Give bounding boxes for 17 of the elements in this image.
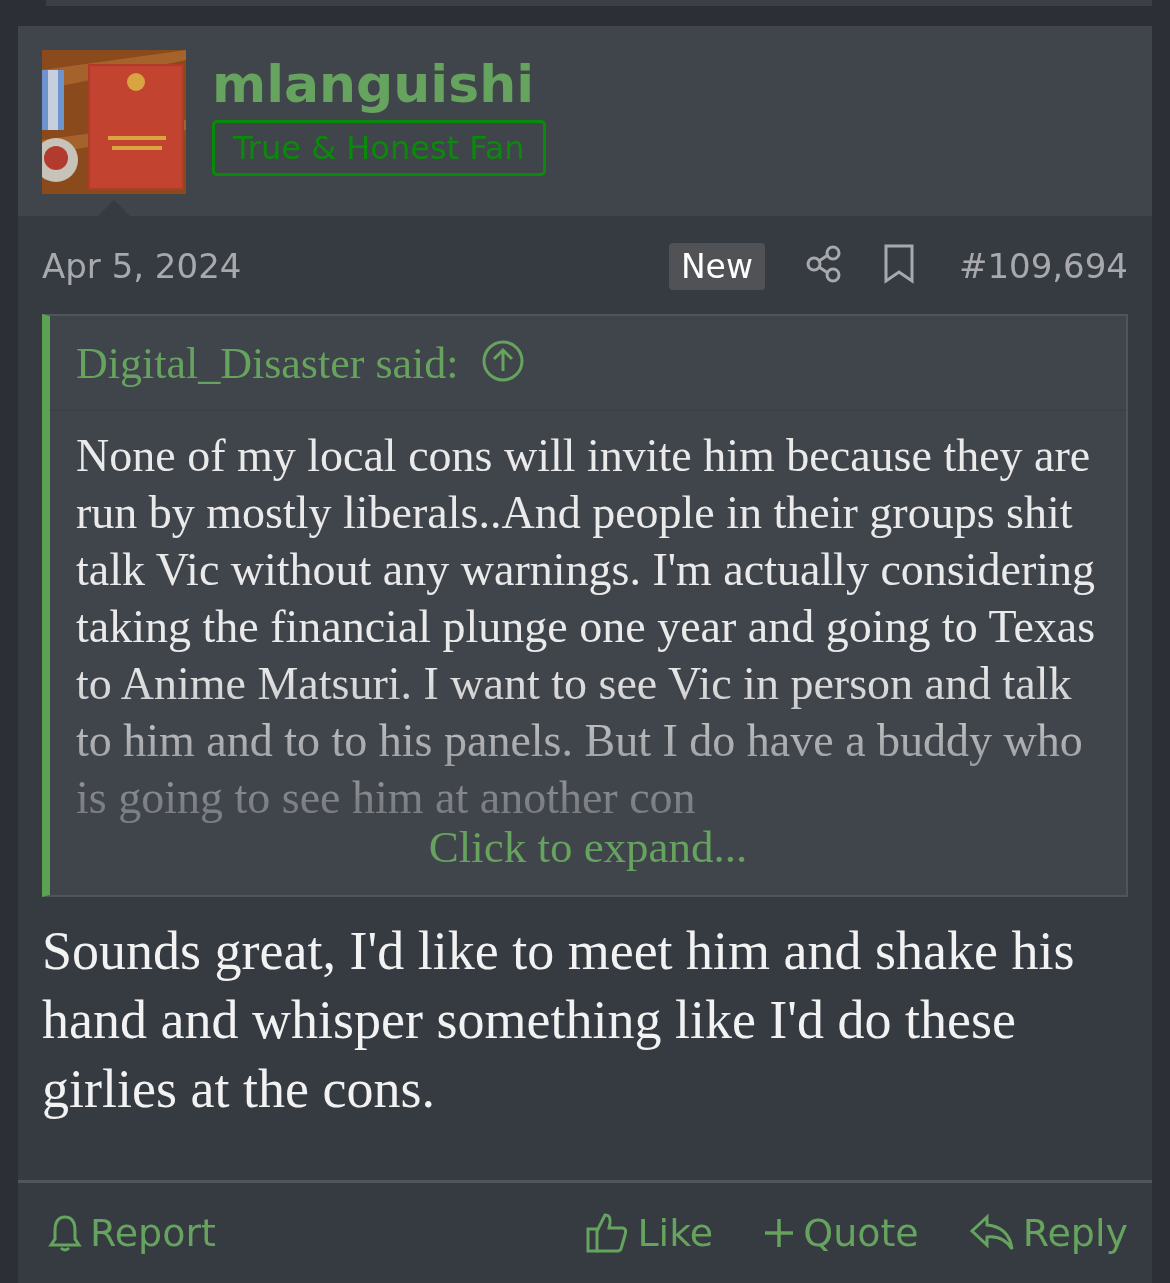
bell-icon [48, 1213, 82, 1253]
report-button[interactable]: Report [48, 1211, 216, 1255]
new-badge: New [668, 242, 765, 290]
reply-arrow-icon [968, 1213, 1015, 1253]
user-title-badge: True & Honest Fan [212, 120, 546, 177]
quote-attribution: Digital_Disaster said: [76, 337, 459, 389]
bookmark-icon[interactable] [882, 244, 915, 284]
quote-text: None of my local cons will invite him because they are run by mostly liberals..And people in their groups shit talk Vic without any warnings. I'm actually considering taking the financial plunge one year and going to Texas to Anime Matsuri. I want to see Vic in person and talk to him and to to his panels. But I do have a buddy who is going to see him at another con [76, 429, 1097, 825]
post-date-link[interactable]: Apr 5, 2024 [42, 246, 669, 286]
plus-icon [763, 1217, 796, 1249]
post-text: Sounds great, I'd like to meet him and shake his hand and whisper something like I'd do these girlies at the cons. [42, 920, 1076, 1121]
reply-button[interactable]: Reply [968, 1211, 1128, 1255]
post-number-link[interactable]: #109,694 [958, 246, 1128, 286]
like-button[interactable]: Like [585, 1211, 714, 1255]
quote-button[interactable]: Quote [763, 1211, 919, 1255]
share-icon[interactable] [804, 245, 843, 283]
thumbs-up-icon [585, 1211, 630, 1255]
